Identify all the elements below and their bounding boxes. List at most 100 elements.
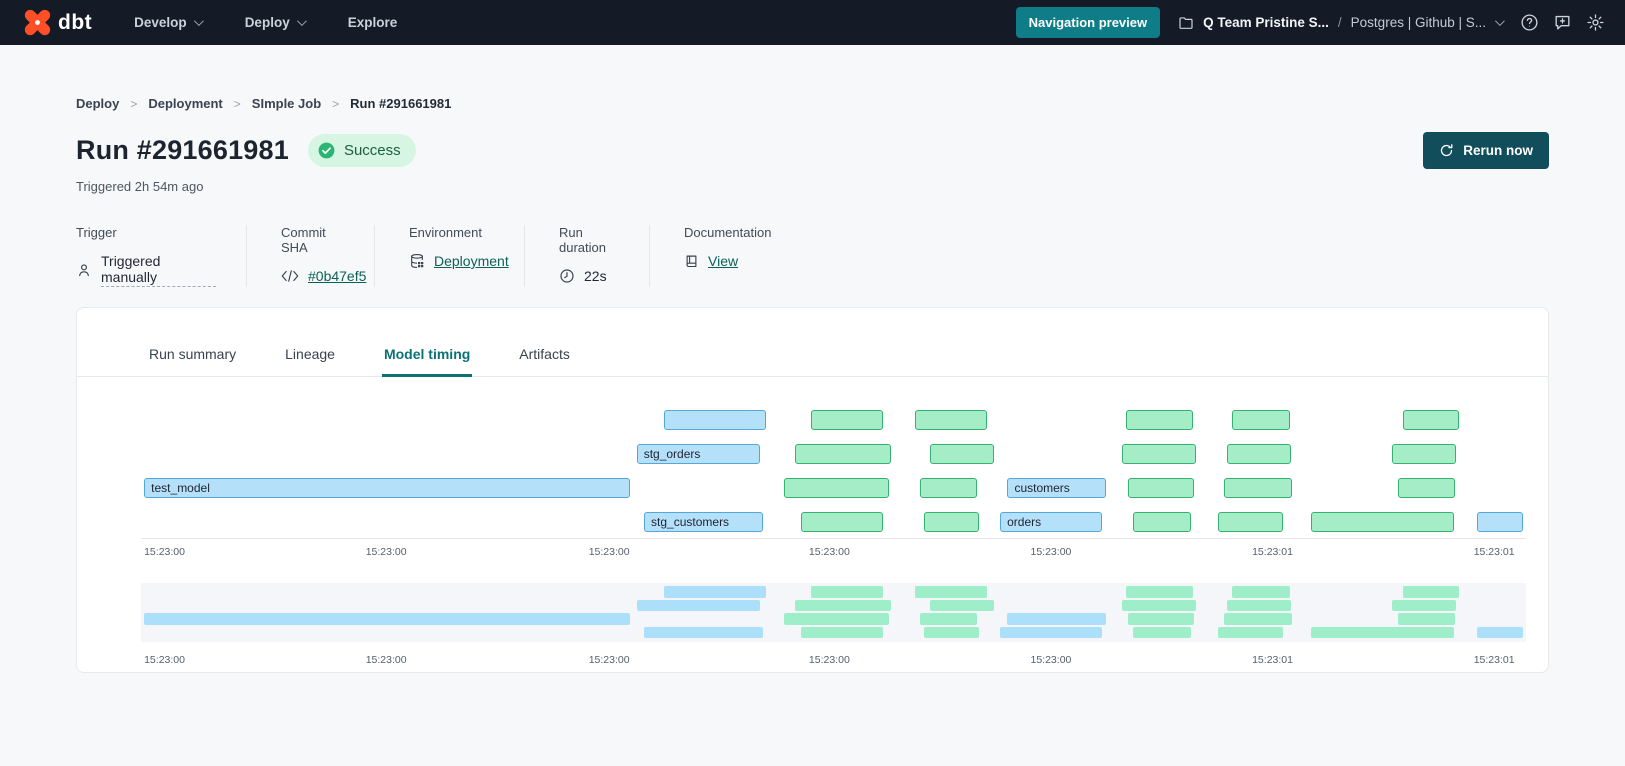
account-separator: / — [1338, 15, 1342, 30]
timing-bar[interactable]: stg_customers — [644, 512, 763, 532]
timing-bar[interactable] — [915, 410, 987, 430]
timing-bar[interactable]: test_model — [144, 478, 630, 498]
axis-tick-label: 15:23:00 — [589, 546, 630, 558]
overview-bar — [664, 586, 766, 598]
axis-tick-label: 15:23:01 — [1474, 546, 1515, 558]
environment-link[interactable]: Deployment — [434, 253, 509, 269]
timing-bar[interactable] — [664, 410, 766, 430]
breadcrumb-deployment[interactable]: Deployment — [148, 96, 222, 111]
commit-sha-link[interactable]: #0b47ef5 — [308, 268, 366, 284]
timing-bar[interactable] — [924, 512, 979, 532]
axis-tick-label: 15:23:01 — [1252, 546, 1293, 558]
rerun-now-label: Rerun now — [1463, 143, 1533, 158]
meta-duration-label: Run duration — [559, 225, 619, 255]
overview-bar — [1000, 627, 1102, 639]
run-detail-page: Deploy > Deployment > SImple Job > Run #… — [0, 45, 1625, 673]
run-metadata: Trigger Triggered manually Commit SHA #0… — [76, 225, 1549, 287]
timing-bar[interactable] — [811, 410, 883, 430]
account-project-switcher[interactable]: Q Team Pristine S... / Postgres | Github… — [1178, 15, 1502, 31]
tab-run-summary[interactable]: Run summary — [147, 336, 238, 377]
status-label: Success — [344, 142, 401, 159]
timing-bar[interactable] — [1311, 512, 1454, 532]
overview-bar — [1477, 627, 1523, 639]
overview-bar — [811, 586, 883, 598]
feedback-icon[interactable] — [1553, 13, 1572, 32]
overview-bar — [1398, 613, 1455, 625]
chevron-down-icon — [297, 16, 307, 26]
timing-bar[interactable] — [795, 444, 891, 464]
overview-bar — [1128, 613, 1194, 625]
tab-model-timing[interactable]: Model timing — [382, 336, 472, 377]
documentation-view-link[interactable]: View — [708, 253, 738, 269]
overview-bar — [1227, 600, 1291, 612]
tab-artifacts[interactable]: Artifacts — [517, 336, 572, 377]
clock-icon — [559, 268, 575, 284]
breadcrumb-run: Run #291661981 — [350, 96, 451, 111]
dbt-logo[interactable]: dbt — [24, 9, 92, 36]
timing-bar[interactable] — [1227, 444, 1291, 464]
timing-bar[interactable] — [784, 478, 889, 498]
overview-bar — [1122, 600, 1196, 612]
menu-deploy[interactable]: Deploy — [245, 15, 304, 30]
help-icon[interactable] — [1520, 13, 1539, 32]
chevron-down-icon — [1495, 16, 1505, 26]
timing-bar[interactable] — [920, 478, 977, 498]
overview-bar — [924, 627, 979, 639]
overview-bar — [1392, 600, 1457, 612]
menu-explore[interactable]: Explore — [348, 15, 398, 30]
axis-tick-label: 15:23:00 — [1031, 546, 1072, 558]
timing-bar[interactable]: customers — [1007, 478, 1106, 498]
axis-tick-label: 15:23:00 — [1031, 654, 1072, 666]
timing-bar[interactable] — [1232, 410, 1289, 430]
dbt-logo-icon — [24, 9, 51, 36]
meta-commit: Commit SHA #0b47ef5 — [247, 225, 375, 287]
timing-bar[interactable] — [1126, 410, 1193, 430]
timing-bar[interactable]: orders — [1000, 512, 1102, 532]
meta-trigger-value: Triggered manually — [101, 253, 216, 287]
menu-develop-label: Develop — [134, 15, 187, 30]
breadcrumb-deploy[interactable]: Deploy — [76, 96, 119, 111]
navigation-preview-button[interactable]: Navigation preview — [1016, 7, 1160, 38]
meta-documentation-label: Documentation — [684, 225, 771, 240]
overview-bar — [1007, 613, 1106, 625]
overview-bar — [1126, 586, 1193, 598]
overview-bar — [1133, 627, 1190, 639]
timing-bar[interactable] — [1122, 444, 1196, 464]
breadcrumb-job[interactable]: SImple Job — [252, 96, 321, 111]
timing-bar[interactable] — [1392, 444, 1457, 464]
timing-bar[interactable] — [1218, 512, 1284, 532]
timing-overview-brush[interactable] — [141, 583, 1526, 642]
timing-bar[interactable] — [1398, 478, 1455, 498]
breadcrumb: Deploy > Deployment > SImple Job > Run #… — [76, 96, 1549, 111]
main-menu: Develop Deploy Explore — [134, 15, 397, 30]
overview-bar — [915, 586, 987, 598]
rerun-now-button[interactable]: Rerun now — [1423, 132, 1549, 169]
axis-tick-label: 15:23:00 — [809, 546, 850, 558]
tab-lineage[interactable]: Lineage — [283, 336, 337, 377]
axis-tick-label: 15:23:01 — [1252, 654, 1293, 666]
meta-commit-label: Commit SHA — [281, 225, 344, 255]
environment-database-icon — [409, 253, 425, 269]
timing-bar[interactable] — [1128, 478, 1194, 498]
timing-bar[interactable] — [1477, 512, 1523, 532]
timing-bar[interactable]: stg_orders — [637, 444, 760, 464]
tab-bar: Run summary Lineage Model timing Artifac… — [77, 308, 1548, 377]
project-name[interactable]: Postgres | Github | S... — [1351, 15, 1486, 30]
meta-environment: Environment Deployment — [375, 225, 525, 287]
meta-trigger: Trigger Triggered manually — [76, 225, 247, 287]
settings-gear-icon[interactable] — [1586, 13, 1605, 32]
menu-develop[interactable]: Develop — [134, 15, 201, 30]
run-detail-card: Run summary Lineage Model timing Artifac… — [76, 307, 1549, 673]
overview-bar — [1403, 586, 1459, 598]
timing-bar[interactable] — [801, 512, 883, 532]
timing-bar[interactable] — [1403, 410, 1459, 430]
timing-bar[interactable] — [1133, 512, 1190, 532]
axis-tick-label: 15:23:00 — [366, 654, 407, 666]
overview-bar — [1232, 586, 1289, 598]
timing-bar[interactable] — [930, 444, 994, 464]
menu-explore-label: Explore — [348, 15, 398, 30]
timing-bar[interactable] — [1224, 478, 1292, 498]
account-name[interactable]: Q Team Pristine S... — [1203, 15, 1329, 30]
overview-bar — [930, 600, 994, 612]
axis-tick-label: 15:23:00 — [144, 654, 185, 666]
